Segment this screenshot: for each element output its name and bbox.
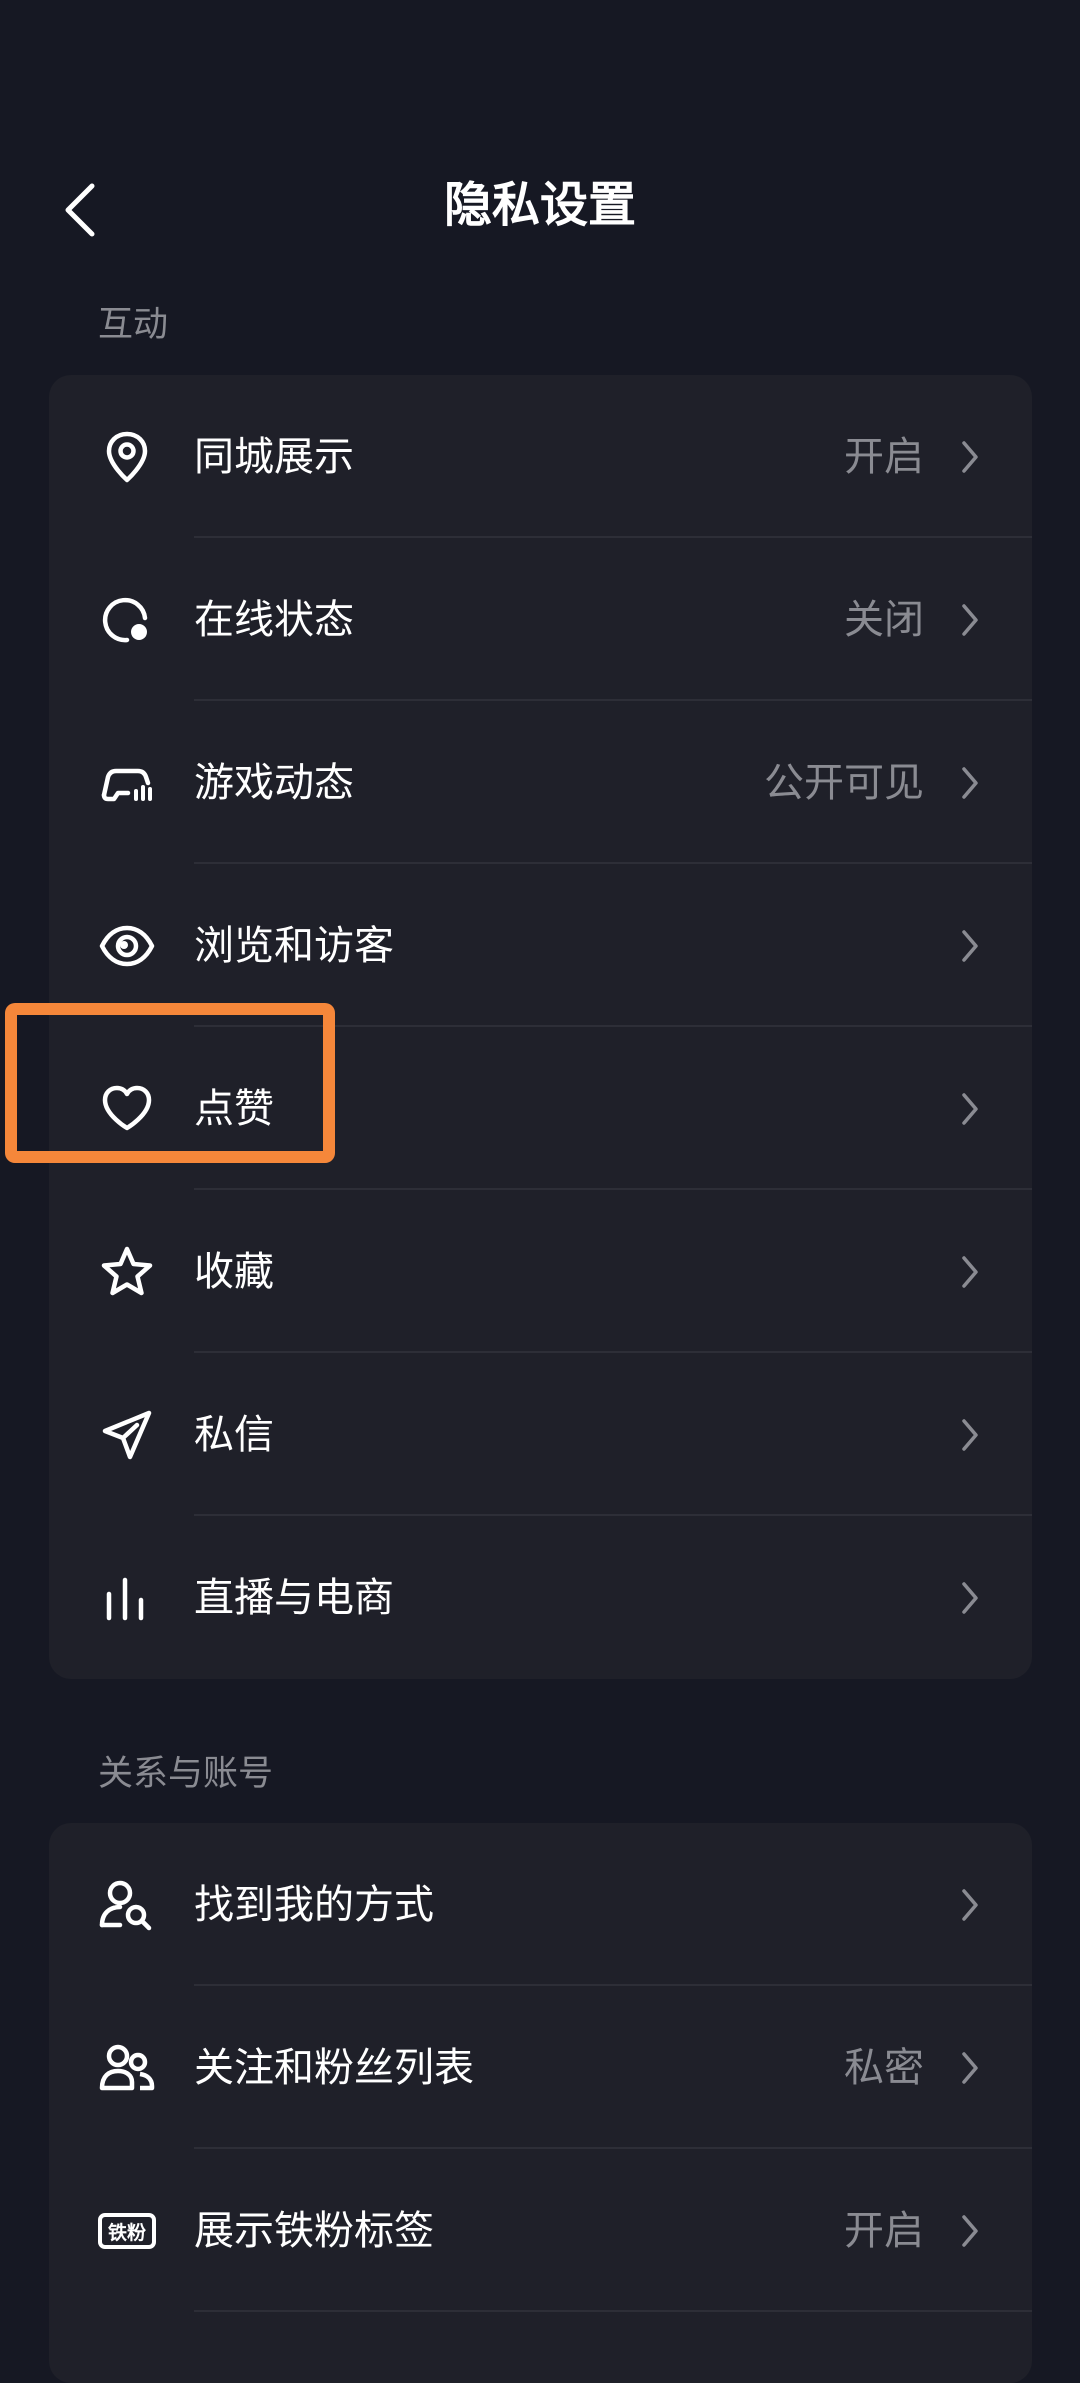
user-search-icon	[97, 1875, 157, 1935]
heart-icon	[97, 1079, 157, 1139]
setting-row-messages[interactable]: 私信	[49, 1353, 1032, 1516]
chevron-right-icon	[958, 1415, 982, 1455]
setting-value: 私密	[844, 2044, 924, 2091]
chevron-right-icon	[958, 763, 982, 803]
setting-row-likes[interactable]: 点赞	[49, 1027, 1032, 1190]
chevron-right-icon	[958, 2048, 982, 2088]
relationship-settings-card: 找到我的方式 关注和粉丝列表 私密 铁粉 展示铁粉标签 开启	[49, 1823, 1032, 2383]
setting-label: 点赞	[194, 1085, 274, 1132]
setting-label: 找到我的方式	[194, 1881, 434, 1928]
interaction-settings-card: 同城展示 开启 在线状态 关闭 游戏动态 公开可见 浏览和访客 点赞 收藏 私信…	[49, 375, 1032, 1679]
chevron-right-icon	[958, 1885, 982, 1925]
section-title-interaction: 互动	[98, 305, 169, 345]
setting-label: 同城展示	[194, 433, 354, 480]
setting-label: 关注和粉丝列表	[194, 2044, 474, 2091]
setting-row-browse-visitors[interactable]: 浏览和访客	[49, 864, 1032, 1027]
fan-badge-icon: 铁粉	[97, 2201, 157, 2261]
star-icon	[97, 1242, 157, 1302]
online-status-icon	[97, 590, 157, 650]
setting-row-follow-fans-list[interactable]: 关注和粉丝列表 私密	[49, 1986, 1032, 2149]
chevron-right-icon	[958, 1578, 982, 1618]
setting-row-local-display[interactable]: 同城展示 开启	[49, 375, 1032, 538]
setting-label: 展示铁粉标签	[194, 2207, 434, 2254]
setting-label: 收藏	[194, 1248, 274, 1295]
chevron-right-icon	[958, 2211, 982, 2251]
setting-label: 直播与电商	[194, 1574, 394, 1621]
page-title: 隐私设置	[443, 177, 636, 233]
setting-value: 公开可见	[764, 759, 924, 806]
setting-value: 开启	[844, 2207, 924, 2254]
chevron-right-icon	[958, 1252, 982, 1292]
fan-badge-text: 铁粉	[108, 2221, 146, 2244]
setting-row-online-status[interactable]: 在线状态 关闭	[49, 538, 1032, 701]
eye-icon	[97, 916, 157, 976]
setting-value: 开启	[844, 433, 924, 480]
game-controller-icon	[97, 753, 157, 813]
chevron-right-icon	[958, 926, 982, 966]
setting-row-fan-badge[interactable]: 铁粉 展示铁粉标签 开启	[49, 2149, 1032, 2312]
setting-label: 私信	[194, 1411, 274, 1458]
setting-row-favorites[interactable]: 收藏	[49, 1190, 1032, 1353]
setting-value: 关闭	[844, 596, 924, 643]
setting-row-find-me[interactable]: 找到我的方式	[49, 1823, 1032, 1986]
section-title-relationship: 关系与账号	[98, 1754, 274, 1794]
setting-label: 在线状态	[194, 596, 354, 643]
users-icon	[97, 2038, 157, 2098]
setting-label: 浏览和访客	[194, 922, 394, 969]
chevron-right-icon	[958, 437, 982, 477]
live-bars-icon	[97, 1568, 157, 1628]
chevron-right-icon	[958, 600, 982, 640]
setting-label: 游戏动态	[194, 759, 354, 806]
header: 隐私设置	[0, 150, 1080, 265]
divider	[194, 2310, 1032, 2312]
chevron-right-icon	[958, 1089, 982, 1129]
location-pin-icon	[97, 427, 157, 487]
setting-row-live-commerce[interactable]: 直播与电商	[49, 1516, 1032, 1679]
setting-row-game-activity[interactable]: 游戏动态 公开可见	[49, 701, 1032, 864]
paper-plane-icon	[97, 1405, 157, 1465]
